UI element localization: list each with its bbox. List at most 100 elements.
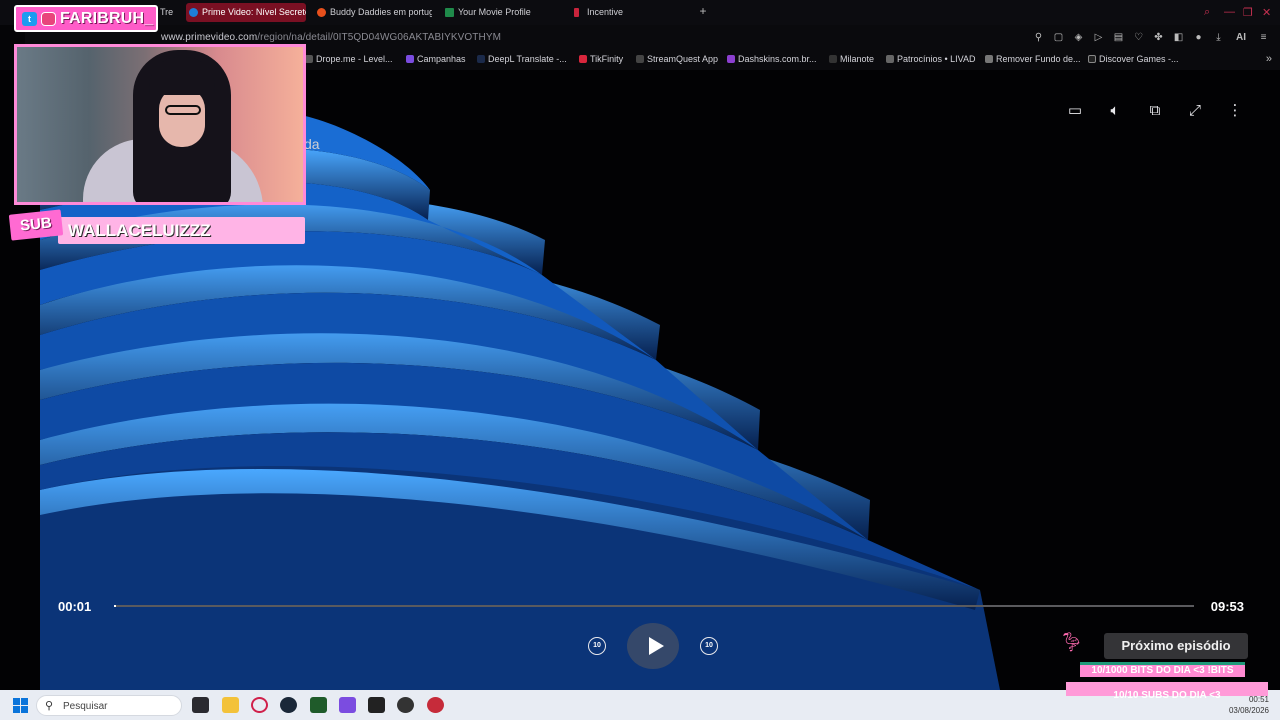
play-button[interactable]	[627, 623, 679, 669]
fullscreen-icon[interactable]: ⤢	[1186, 102, 1204, 120]
bits-goal: 10/1000 BITS DO DIA <3 !BITS	[1080, 662, 1245, 677]
ai-button[interactable]: AI	[1232, 31, 1250, 44]
bookmark-item[interactable]: Campanhas	[406, 54, 466, 64]
tab-partial[interactable]: Tre	[160, 3, 182, 22]
wallet-card-icon[interactable]: ◧	[1172, 31, 1185, 44]
tab-label: Tre	[160, 7, 174, 17]
tab-movie-profile[interactable]: Your Movie Profile	[442, 3, 562, 22]
shield-icon[interactable]: ◈	[1072, 31, 1085, 44]
wallet-icon[interactable]: ▤	[1112, 31, 1125, 44]
playback-controls: 10 10	[588, 623, 728, 669]
bookmark-label: Patrocínios • LIVAD	[897, 54, 976, 64]
bookmark-label: Milanote	[840, 54, 875, 64]
new-tab-button[interactable]: +	[697, 5, 709, 17]
search-placeholder: Pesquisar	[63, 701, 108, 712]
search-tabs-icon[interactable]: ⌕	[1204, 6, 1210, 19]
picture-in-picture-icon[interactable]: ⧉	[1146, 102, 1164, 120]
search-icon: ⚲	[45, 700, 54, 712]
minimize-icon[interactable]: —	[1224, 6, 1235, 18]
app-grid-icon[interactable]	[339, 697, 356, 713]
tab-label: Your Movie Profile	[458, 7, 531, 17]
download-icon[interactable]: ⤓	[1212, 31, 1225, 44]
snapshot-icon[interactable]: ▢	[1052, 31, 1065, 44]
screen: Tre Prime Video: Nível Secreto Buddy Dad…	[0, 0, 1280, 720]
bookmark-item[interactable]: StreamQuest App	[636, 54, 718, 64]
start-button[interactable]	[13, 698, 28, 713]
skip-forward-button[interactable]: 10	[700, 637, 718, 655]
url-path: /region/na/detail/0IT5QD04WG06AKTABIYKVO…	[257, 32, 502, 43]
bookmark-label: Campanhas	[417, 54, 466, 64]
bookmark-label: Dashskins.com.br...	[738, 54, 817, 64]
bookmark-icon	[985, 55, 993, 63]
extensions-icon[interactable]: ✤	[1152, 31, 1165, 44]
bookmark-label: Discover Games -...	[1099, 54, 1179, 64]
webcam-feed	[14, 44, 306, 205]
close-icon[interactable]: ✕	[1262, 6, 1271, 19]
heart-icon[interactable]: ♡	[1132, 31, 1145, 44]
tab-label: Prime Video: Nível Secreto	[202, 7, 306, 17]
obs-icon[interactable]	[397, 697, 414, 713]
more-options-icon[interactable]: ⋮	[1226, 102, 1244, 120]
bookmark-item[interactable]: Patrocínios • LIVAD	[886, 54, 976, 64]
next-episode-button[interactable]: Próximo episódio	[1104, 633, 1248, 659]
tab-buddy-daddies[interactable]: Buddy Daddies em portug	[314, 3, 432, 22]
url-host: www.primevideo.com	[161, 32, 258, 43]
toolbar-icons: ⚲ ▢ ◈ ▷ ▤ ♡ ✤ ◧ ● ⤓ AI ≡	[1032, 31, 1270, 44]
subtitles-icon[interactable]: ▭	[1066, 102, 1084, 120]
bookmark-label: DeepL Translate -...	[488, 54, 567, 64]
bookmark-item[interactable]: DeepL Translate -...	[477, 54, 567, 64]
tab-prime-video[interactable]: Prime Video: Nível Secreto	[186, 3, 306, 22]
bookmark-icon	[829, 55, 837, 63]
prime-video-icon	[189, 8, 198, 17]
bookmark-icon	[1088, 55, 1096, 63]
bookmark-item[interactable]: Milanote	[829, 54, 874, 64]
bookmark-label: Drope.me - Level...	[316, 54, 393, 64]
time-elapsed: 00:01	[58, 599, 92, 614]
skip-back-button[interactable]: 10	[588, 637, 606, 655]
profile-icon[interactable]: ●	[1192, 31, 1205, 44]
taskbar-clock[interactable]: 00:51 03/08/2026	[1229, 694, 1269, 716]
bookmarks-more-icon[interactable]: »	[1266, 53, 1272, 65]
bookmark-item[interactable]: Drope.me - Level...	[305, 54, 393, 64]
bookmark-icon	[727, 55, 735, 63]
subscriber-name: WALLACELUIZZZ	[58, 217, 305, 244]
task-view-icon[interactable]	[192, 697, 209, 713]
app-icon[interactable]	[310, 697, 327, 713]
pin-icon[interactable]: ⚲	[1032, 31, 1045, 44]
clock-date: 03/08/2026	[1228, 706, 1269, 715]
streamlabs-icon[interactable]	[368, 697, 385, 713]
maximize-icon[interactable]: ❐	[1243, 6, 1253, 19]
bookmark-item[interactable]: Remover Fundo de...	[985, 54, 1081, 64]
player-icon[interactable]: ▷	[1092, 31, 1105, 44]
crunchyroll-icon	[317, 8, 326, 17]
opera-gx-icon[interactable]	[251, 697, 268, 713]
bookmark-label: Remover Fundo de...	[996, 54, 1081, 64]
tab-incentive[interactable]: Incentive	[571, 3, 681, 22]
app-icon[interactable]	[427, 697, 444, 713]
instagram-icon	[41, 12, 56, 26]
bookmark-item[interactable]: TikFinity	[579, 54, 623, 64]
url-field[interactable]: www.primevideo.com/region/na/detail/0IT5…	[161, 32, 501, 43]
bookmark-item[interactable]: Dashskins.com.br...	[727, 54, 817, 64]
progress-bar[interactable]	[114, 605, 1194, 607]
file-explorer-icon[interactable]	[222, 697, 239, 713]
volume-icon[interactable]: 🔈︎	[1106, 102, 1124, 120]
time-total: 09:53	[1210, 599, 1244, 614]
channel-name: FARIBRUH_	[60, 10, 154, 27]
flamingo-icon: 🦩︎	[1060, 632, 1083, 652]
channel-logo: t FARIBRUH_	[14, 5, 158, 32]
browser-tab-bar: Tre Prime Video: Nível Secreto Buddy Dad…	[0, 0, 1280, 25]
bookmark-icon	[305, 55, 313, 63]
bookmark-icon	[579, 55, 587, 63]
bookmark-label: StreamQuest App	[647, 54, 719, 64]
menu-icon[interactable]: ≡	[1257, 31, 1270, 44]
incentive-icon	[574, 8, 579, 17]
bookmark-label: TikFinity	[590, 54, 624, 64]
bookmark-item[interactable]: Discover Games -...	[1088, 54, 1179, 64]
bookmark-icon	[886, 55, 894, 63]
steam-icon[interactable]	[280, 697, 297, 713]
bookmark-icon	[477, 55, 485, 63]
taskbar-search[interactable]: ⚲ Pesquisar	[36, 695, 182, 716]
sub-badge: SUB	[8, 209, 64, 241]
tab-label: Buddy Daddies em portug	[330, 7, 432, 17]
